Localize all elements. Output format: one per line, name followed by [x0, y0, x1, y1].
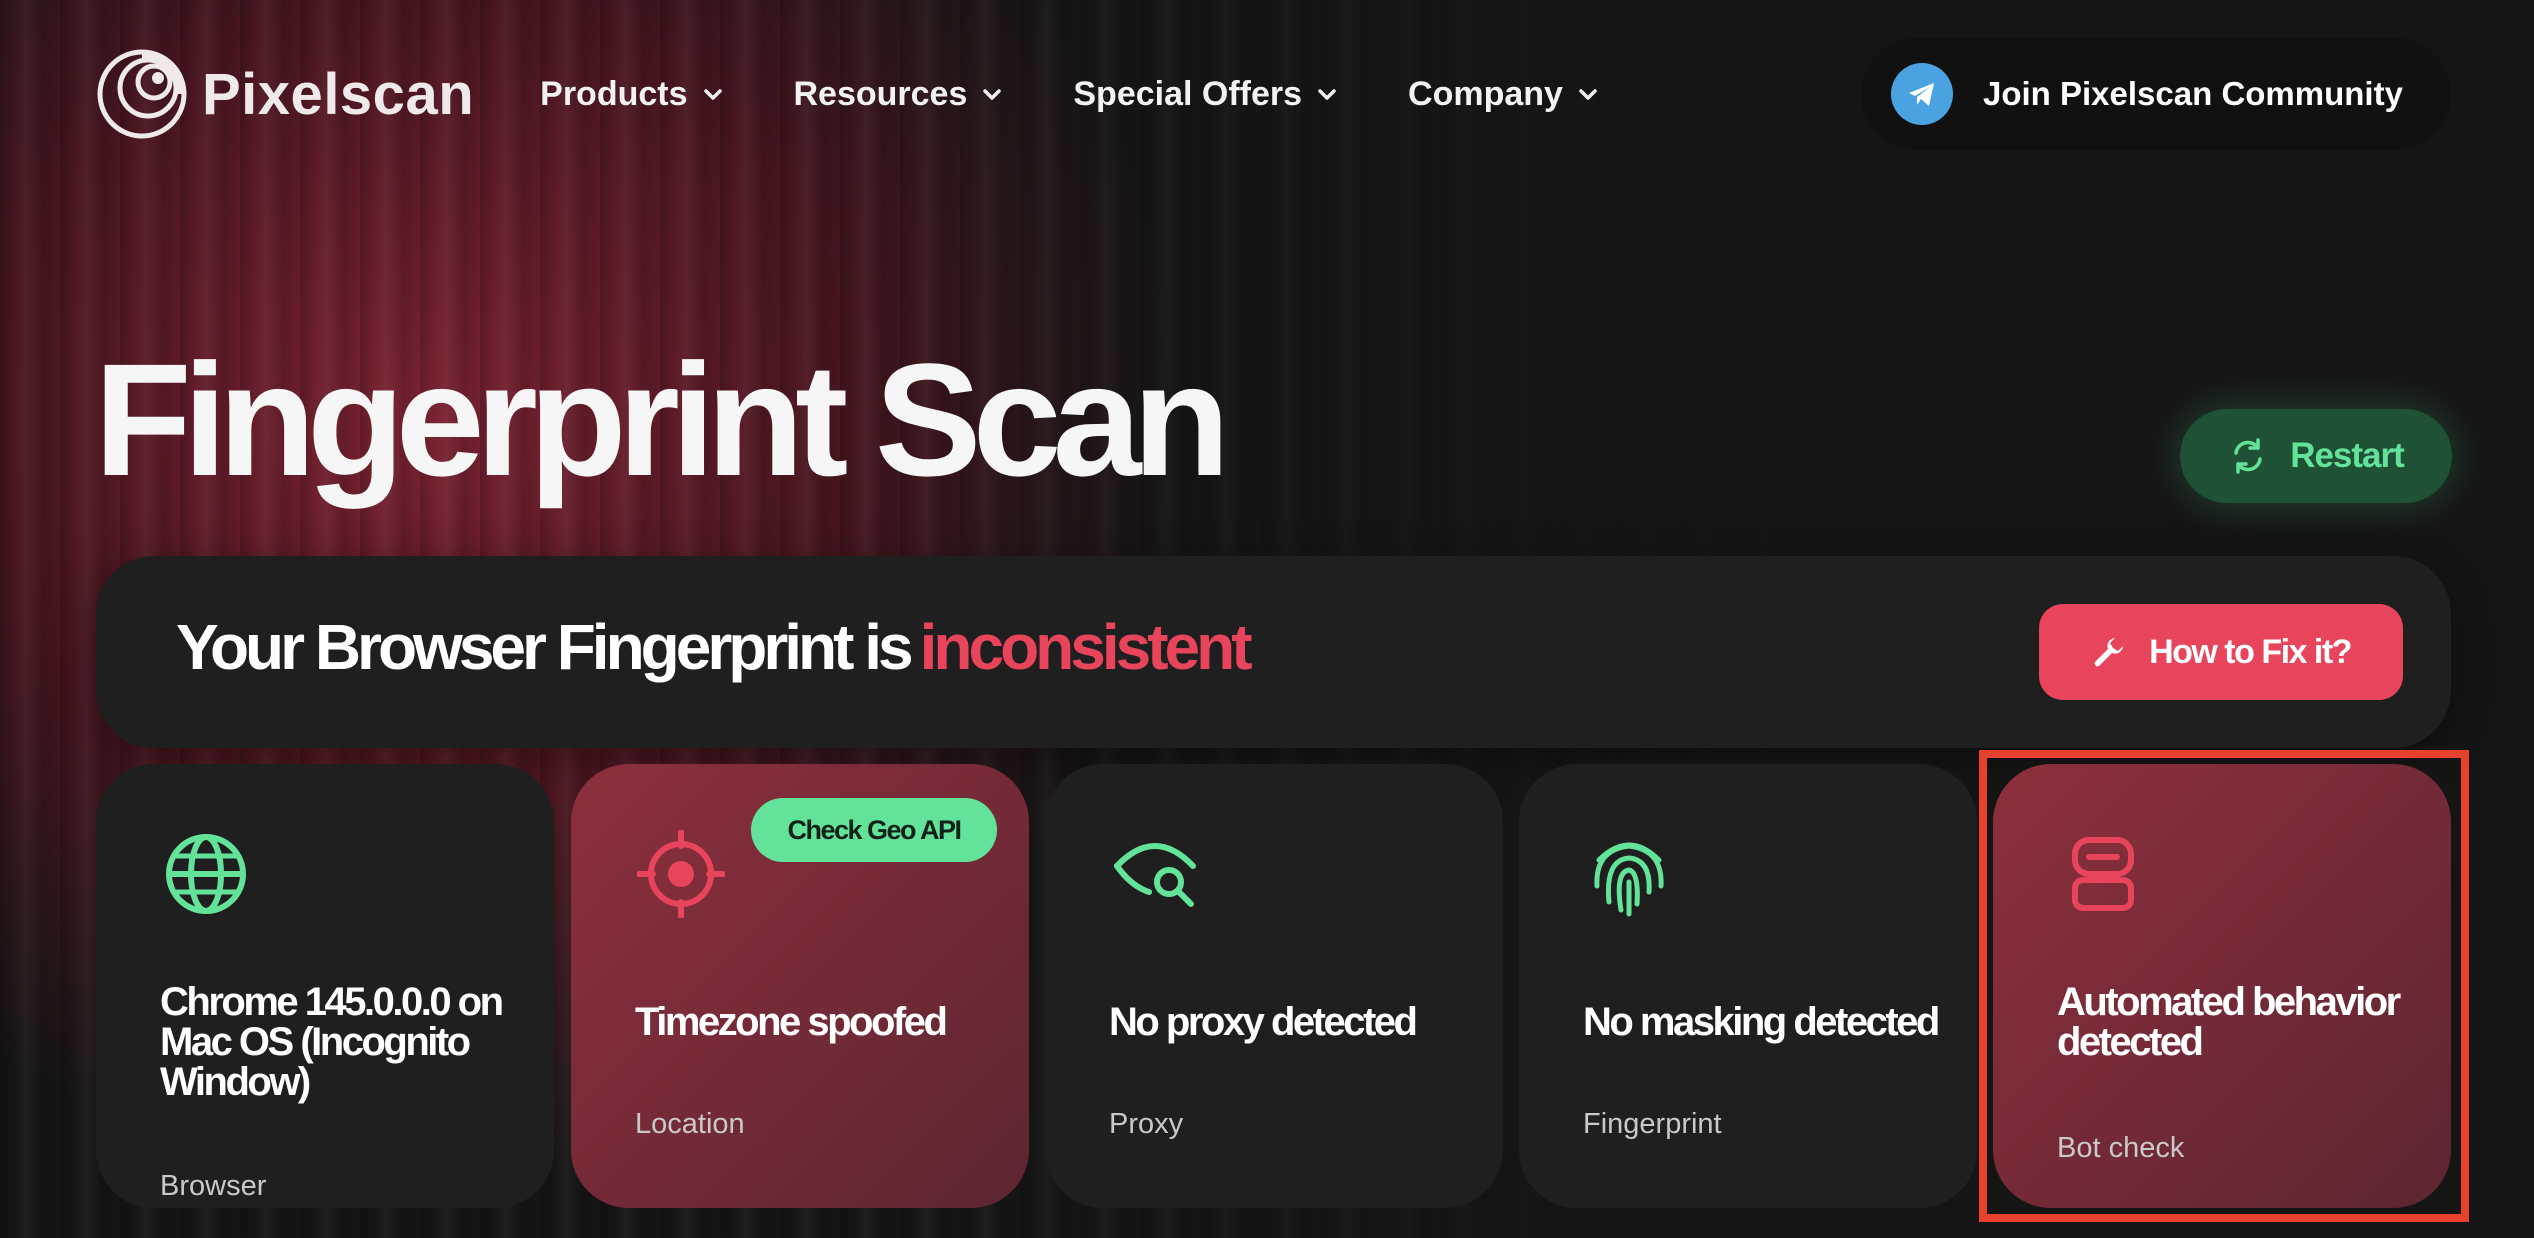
proxy-card-title: No proxy detected	[1109, 1000, 1418, 1044]
page-title: Fingerprint Scan	[94, 330, 1230, 509]
chevron-down-icon	[983, 89, 1002, 100]
join-community-label: Join Pixelscan Community	[1983, 75, 2403, 112]
verdict-panel: Your Browser Fingerprint is inconsistent …	[96, 556, 2451, 748]
nav-special-offers-label: Special Offers	[1073, 74, 1303, 113]
how-to-fix-label: How to Fix it?	[2149, 632, 2352, 671]
bot-check-card-subtitle: Bot check	[2057, 1132, 2185, 1164]
fingerprint-card-subtitle: Fingerprint	[1583, 1108, 1722, 1140]
pixelscan-logo-icon	[97, 49, 187, 139]
main-menu: Products Resources Special Offers Compan…	[540, 75, 1599, 114]
proxy-card[interactable]: No proxy detected Proxy	[1045, 764, 1503, 1208]
fingerprint-icon	[1594, 842, 1664, 917]
top-navigation: Pixelscan Products Resources Special Off…	[96, 38, 2451, 150]
nav-resources[interactable]: Resources	[794, 75, 1004, 114]
verdict-heading: Your Browser Fingerprint is inconsistent	[176, 610, 1253, 684]
refresh-icon	[2234, 438, 2262, 474]
nav-resources-label: Resources	[793, 74, 968, 113]
restart-button[interactable]: Restart	[2180, 409, 2452, 503]
nav-products-label: Products	[540, 74, 688, 113]
browser-card-title: Chrome 145.0.0.0 on Mac OS (Incognito Wi…	[160, 980, 504, 1104]
robot-icon	[2072, 837, 2134, 911]
brand-logo[interactable]: Pixelscan	[96, 48, 474, 140]
join-community-button[interactable]: Join Pixelscan Community	[1861, 38, 2451, 150]
chevron-down-icon	[703, 89, 722, 100]
chevron-down-icon	[1579, 89, 1597, 100]
bot-check-card[interactable]: Automated behavior detected Bot check	[1993, 764, 2451, 1208]
nav-products[interactable]: Products	[540, 75, 723, 114]
location-card[interactable]: Check Geo API Timezone spoofed Location	[571, 764, 1029, 1208]
bot-check-card-title: Automated behavior detected	[2057, 980, 2401, 1064]
check-geo-api-button[interactable]: Check Geo API	[751, 798, 997, 862]
location-card-title: Timezone spoofed	[635, 1000, 948, 1044]
nav-company-label: Company	[1408, 74, 1563, 113]
chevron-down-icon	[1318, 89, 1336, 100]
fingerprint-card[interactable]: No masking detected Fingerprint	[1519, 764, 1977, 1208]
verdict-text: Your Browser Fingerprint is	[176, 611, 914, 683]
browser-card-subtitle: Browser	[160, 1170, 267, 1202]
wrench-icon	[2094, 638, 2124, 667]
fingerprint-card-title: No masking detected	[1583, 1000, 1940, 1044]
nav-company[interactable]: Company	[1408, 75, 1599, 114]
verdict-status: inconsistent	[919, 611, 1253, 683]
brand-name: Pixelscan	[202, 61, 475, 127]
restart-label: Restart	[2290, 436, 2405, 475]
how-to-fix-button[interactable]: How to Fix it?	[2039, 604, 2403, 700]
browser-card[interactable]: Chrome 145.0.0.0 on Mac OS (Incognito Wi…	[96, 764, 554, 1208]
proxy-card-subtitle: Proxy	[1109, 1108, 1184, 1140]
telegram-icon	[1891, 63, 1953, 125]
eye-search-icon	[1114, 843, 1196, 907]
target-icon	[637, 830, 725, 918]
nav-special-offers[interactable]: Special Offers	[1073, 75, 1338, 114]
globe-icon	[166, 834, 246, 914]
location-card-subtitle: Location	[635, 1108, 745, 1140]
